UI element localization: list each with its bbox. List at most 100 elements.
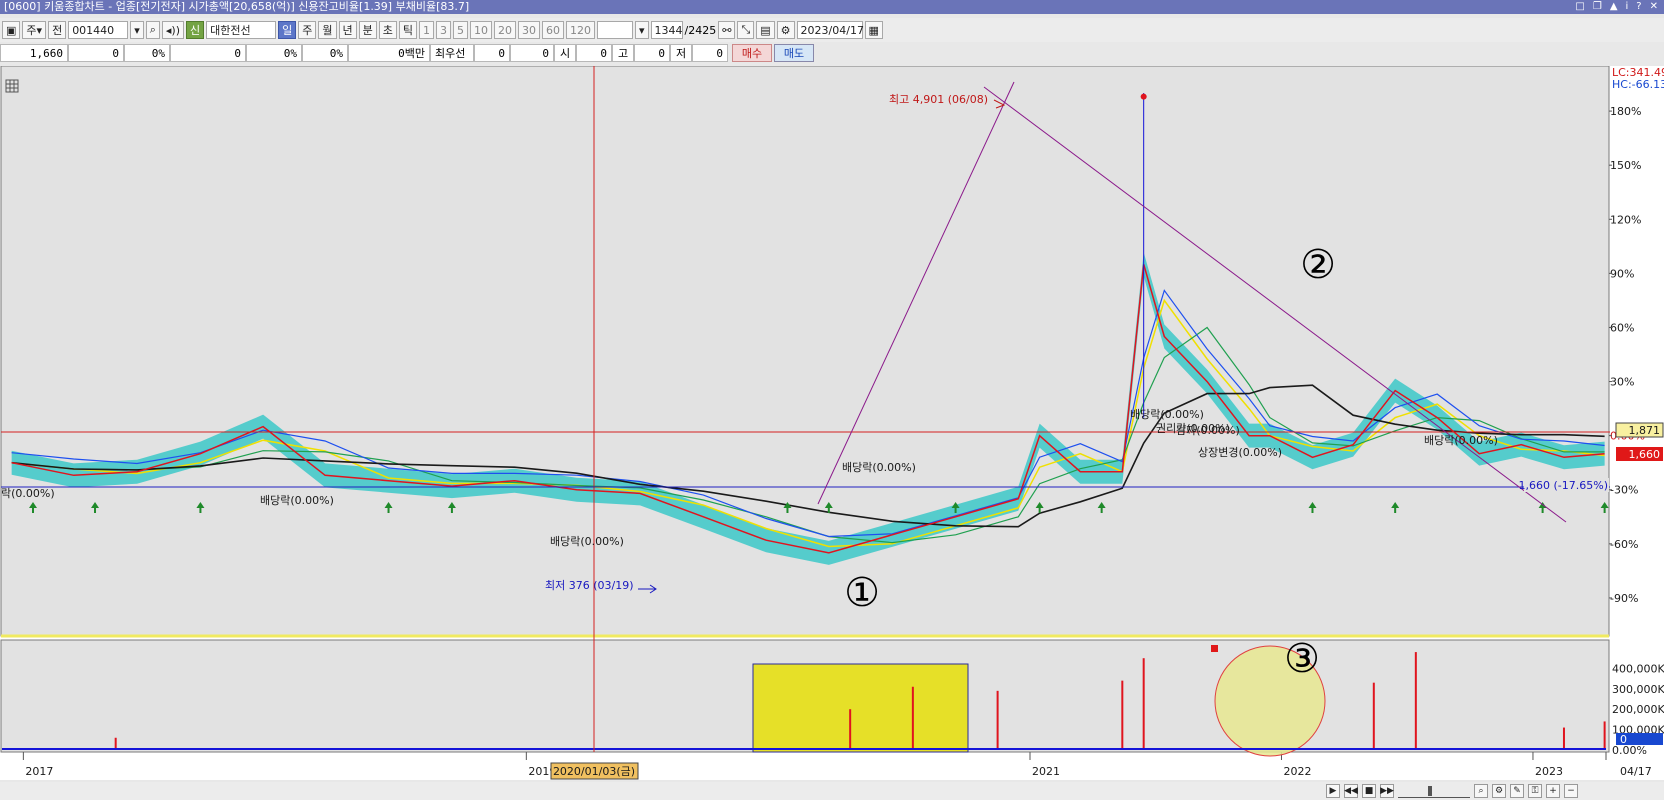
sound-icon[interactable]: ◂))	[161, 21, 184, 39]
search-icon[interactable]: ⌕	[145, 21, 160, 39]
listing-change-label: 상장변경(0.00%)	[1198, 446, 1282, 459]
y-tick-label: -60%	[1610, 538, 1638, 551]
high-annotation: 최고 4,901 (06/08)	[889, 93, 988, 106]
pin-icon[interactable]: ▲	[1610, 0, 1618, 14]
date-input[interactable]: 2023/04/17	[796, 21, 864, 39]
indicator-icon[interactable]: ⚯	[718, 21, 736, 39]
crosshair-date: 2020/01/03(금)	[553, 765, 635, 778]
window-buttons: □ ❐ ▲ i ? ✕	[1575, 0, 1658, 14]
volume-bar	[1414, 652, 1417, 750]
interval-1[interactable]: 1	[419, 21, 434, 39]
bottom-toolbar: ▶ ◀◀ ■ ▶▶ ⌕ ⚙ ✎ ⚿ + −	[0, 782, 1664, 800]
forward-icon[interactable]: ▶▶	[1380, 784, 1394, 798]
new-badge: 신	[186, 21, 205, 39]
volume-rate: 0%	[246, 44, 302, 62]
high-value: 0	[634, 44, 670, 62]
volume-tick-label: 200,000K	[1612, 703, 1664, 716]
reduction-label: 감자(0.00%)	[1176, 424, 1240, 437]
zoom-out-icon[interactable]: −	[1564, 784, 1578, 798]
current-price: 1,660	[0, 44, 68, 62]
change-rate: 0%	[124, 44, 170, 62]
interval-20[interactable]: 20	[494, 21, 516, 39]
draw-tool-icon[interactable]: ⤡	[737, 21, 755, 39]
interval-dropdown-icon[interactable]: ▾	[635, 21, 649, 39]
open-label: 시	[554, 44, 576, 62]
high-label: 고	[612, 44, 634, 62]
volume-bar	[1121, 680, 1124, 750]
period-second[interactable]: 초	[378, 21, 397, 39]
marker-3: ③	[1284, 636, 1320, 682]
period-day[interactable]: 일	[278, 21, 297, 39]
sell-button[interactable]: 매도	[774, 44, 814, 62]
period-minute[interactable]: 분	[358, 21, 377, 39]
interval-custom-input[interactable]	[597, 21, 633, 39]
scroll-controls: ▶ ◀◀ ■ ▶▶ ⌕ ⚙ ✎ ⚿ + −	[1326, 784, 1578, 798]
volume-bar	[911, 686, 914, 750]
marker-1: ①	[844, 570, 880, 616]
buy-button[interactable]: 매수	[732, 44, 772, 62]
period-tick[interactable]: 틱	[398, 21, 417, 39]
code-dropdown-icon[interactable]: ▾	[130, 21, 144, 39]
y-tick-label: 90%	[1610, 267, 1634, 280]
volume-value: 0	[170, 44, 246, 62]
settings-icon[interactable]: ⚙	[776, 21, 795, 39]
window-title: [0600] 키움종합차트 - 업종[전기전자] 시가총액[20,658(억)]…	[4, 0, 470, 13]
period-year[interactable]: 년	[338, 21, 357, 39]
stock-code-input[interactable]: 001440	[68, 21, 129, 39]
stock-name-field[interactable]: 대한전선	[206, 21, 277, 39]
price-chart-svg[interactable]: 180% 150% 120% 90% 60% 30% 0.00% -30% -60% -90% 4…	[0, 65, 1664, 780]
x-tick-label: 2017	[25, 765, 53, 778]
save-icon[interactable]: ▤	[756, 21, 775, 39]
layout-icon[interactable]: ▣	[2, 21, 21, 39]
play-icon[interactable]: ▶	[1326, 784, 1340, 798]
interval-5[interactable]: 5	[453, 21, 468, 39]
volume-highlight-box	[752, 663, 969, 753]
zoom-in-icon[interactable]: +	[1546, 784, 1560, 798]
interval-3[interactable]: 3	[436, 21, 451, 39]
volume-tick-label: 0.00%	[1612, 744, 1647, 757]
stop-icon[interactable]: ■	[1362, 784, 1376, 798]
chart-area[interactable]: 180% 150% 120% 90% 60% 30% 0.00% -30% -60% -90% 4…	[0, 65, 1664, 780]
dividend-label: 배당락(0.00%)	[1130, 408, 1204, 421]
x-tick-label: 04/17	[1620, 765, 1652, 778]
interval-120[interactable]: 120	[566, 21, 595, 39]
lock-icon[interactable]: ⚿	[1528, 784, 1542, 798]
rewind-icon[interactable]: ◀◀	[1344, 784, 1358, 798]
calendar-icon[interactable]: ▦	[864, 21, 883, 39]
volume-bar	[1372, 682, 1375, 750]
cascade-icon[interactable]: ❐	[1593, 0, 1602, 14]
volume-bar	[849, 709, 852, 750]
zoom-icon[interactable]: ⌕	[1474, 784, 1488, 798]
interval-60[interactable]: 60	[542, 21, 564, 39]
close-icon[interactable]: ✕	[1650, 0, 1658, 14]
high-marker	[1140, 93, 1147, 100]
hc-label: HC:-66.13	[1612, 78, 1664, 91]
config-icon[interactable]: ⚙	[1492, 784, 1506, 798]
open-value: 0	[576, 44, 612, 62]
y-tick-label: 180%	[1610, 105, 1641, 118]
period-mode-select[interactable]: 주 ▾	[22, 21, 47, 39]
pref-value-2: 0	[510, 44, 554, 62]
interval-10[interactable]: 10	[470, 21, 492, 39]
low-annotation: 최저 376 (03/19)	[545, 579, 634, 592]
count-input[interactable]: 1344	[650, 21, 683, 39]
chart-type-icon[interactable]: ✎	[1510, 784, 1524, 798]
price-tag-high-text: 1,871	[1629, 424, 1661, 437]
period-month[interactable]: 월	[318, 21, 337, 39]
y-tick-label: 60%	[1610, 321, 1634, 334]
period-week[interactable]: 주	[298, 21, 317, 39]
info-icon[interactable]: i	[1626, 0, 1629, 14]
prev-button[interactable]: 전	[48, 21, 67, 39]
price-tag-current-text: 1,660	[1629, 448, 1661, 461]
current-price-label: 1,660 (-17.65%)	[1519, 479, 1608, 492]
interval-30[interactable]: 30	[518, 21, 540, 39]
volume-bar	[1142, 658, 1145, 750]
dividend-label: 락(0.00%)	[1, 487, 55, 500]
dividend-label: 배당락(0.00%)	[260, 494, 334, 507]
volume-bar	[996, 690, 999, 750]
pref-value-1: 0	[474, 44, 510, 62]
y-tick-label: -90%	[1610, 592, 1638, 605]
zoom-slider[interactable]	[1398, 784, 1470, 798]
help-icon[interactable]: ?	[1636, 0, 1641, 14]
restore-icon[interactable]: □	[1575, 0, 1584, 14]
